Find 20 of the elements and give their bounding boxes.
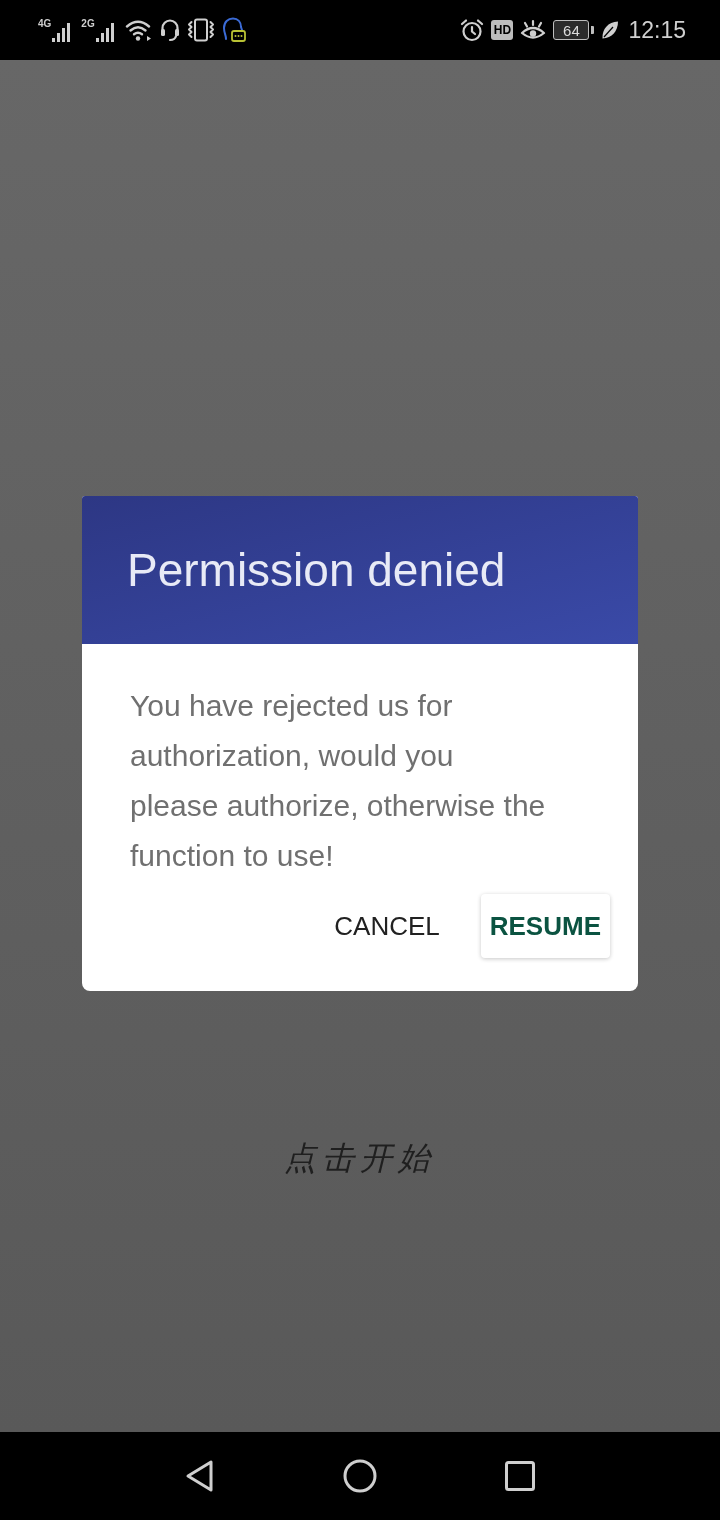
dialog-message: You have rejected us for authorization, would you please authorize, otherwise the function to use! [130,687,547,874]
clock-time: 12:15 [628,18,686,42]
headset-icon [159,18,180,42]
wifi-icon [124,18,153,42]
home-icon [343,1459,377,1493]
network-type-label: 4G [38,19,52,29]
hd-indicator: HD [491,20,514,40]
alarm-clock-icon [460,18,485,42]
eye-icon [520,18,547,42]
network-type-label: 2G [81,19,95,29]
cancel-button[interactable]: CANCEL [325,893,449,958]
resume-button[interactable]: RESUME [480,893,610,958]
vibrate-icon [186,18,215,42]
battery-indicator: 64 [553,20,595,40]
start-prompt: 点击开始 [284,1142,436,1174]
dialog-title: Permission denied [127,546,506,593]
person-chat-icon [221,17,246,43]
back-icon [184,1459,216,1493]
leaf-icon [601,20,620,40]
recents-icon [505,1461,535,1491]
